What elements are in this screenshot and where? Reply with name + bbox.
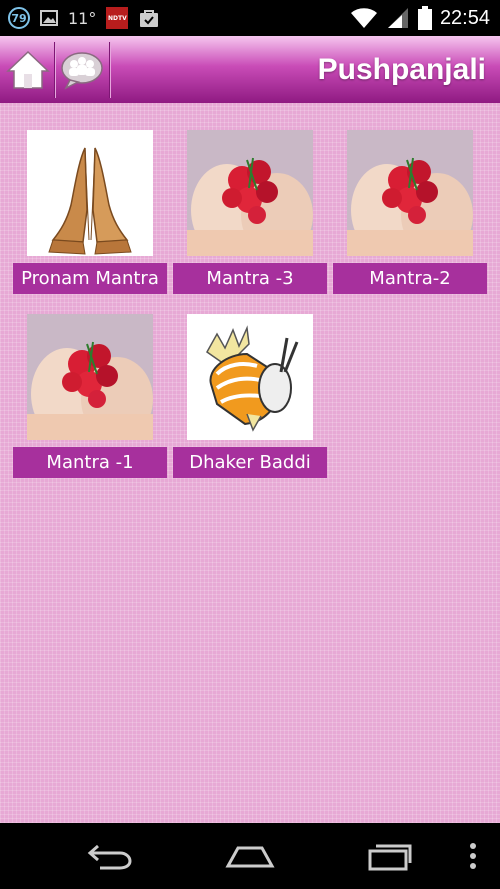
grid-item-label: Mantra -3 — [173, 263, 327, 294]
toolbar-divider — [54, 42, 55, 98]
home-icon — [6, 50, 50, 89]
flower-offering-image — [187, 130, 313, 256]
flower-offering-image — [27, 314, 153, 440]
clock-text: 22:54 — [439, 6, 490, 29]
grid-item-label: Mantra -1 — [13, 447, 167, 478]
flower-offering-image — [347, 130, 473, 256]
signal-icon — [387, 8, 408, 28]
navigation-bar — [0, 823, 500, 889]
grid-item-pronam-mantra[interactable]: Pronam Mantra — [13, 130, 167, 300]
dhak-drum-image — [187, 314, 313, 440]
recents-icon — [368, 844, 412, 871]
overflow-menu-button[interactable] — [458, 823, 488, 889]
battery-icon — [417, 6, 432, 30]
app-title: Pushpanjali — [317, 53, 486, 86]
grid-item-mantra-3[interactable]: Mantra -3 — [173, 130, 327, 300]
back-icon — [87, 844, 132, 870]
praying-hands-image — [27, 130, 153, 256]
grid-item-mantra-2[interactable]: Mantra-2 — [333, 130, 487, 300]
notification-count-badge: 79 — [8, 7, 30, 29]
shopping-bag-icon — [140, 10, 159, 27]
grid-item-label: Dhaker Baddi — [173, 447, 327, 478]
status-bar: 79 11° NDTV 22:54 — [0, 0, 500, 36]
temperature-text: 11° — [68, 8, 97, 28]
home-nav-button[interactable] — [210, 823, 290, 889]
image-icon — [40, 10, 58, 26]
grid-item-label: Mantra-2 — [333, 263, 487, 294]
overflow-menu-icon — [470, 843, 476, 869]
community-button[interactable] — [56, 36, 108, 103]
people-chat-icon — [61, 51, 103, 90]
recents-button[interactable] — [350, 823, 430, 889]
news-app-icon: NDTV — [106, 7, 129, 29]
toolbar-divider — [109, 42, 110, 98]
action-bar: Pushpanjali — [0, 36, 500, 104]
grid-item-dhaker-baddi[interactable]: Dhaker Baddi — [173, 314, 327, 484]
home-button[interactable] — [2, 36, 54, 103]
grid-item-label: Pronam Mantra — [13, 263, 167, 294]
mantra-grid: Pronam Mantra Mantra -3 Mantra-2 Mantra … — [0, 103, 500, 823]
back-button[interactable] — [70, 823, 150, 889]
home-icon — [225, 846, 275, 868]
wifi-icon — [350, 8, 377, 28]
grid-item-mantra-1[interactable]: Mantra -1 — [13, 314, 167, 484]
